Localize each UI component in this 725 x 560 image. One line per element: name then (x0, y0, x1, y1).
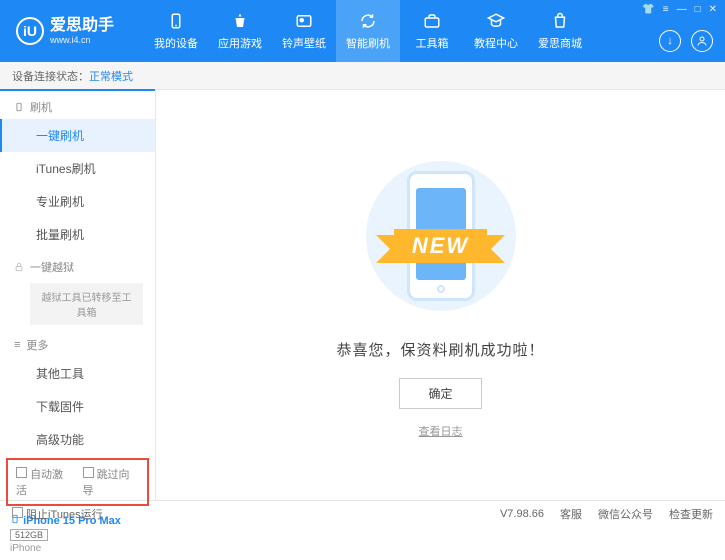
sidebar-item-oneclick[interactable]: 一键刷机 (0, 119, 155, 152)
top-nav: 我的设备 应用游戏 铃声壁纸 智能刷机 工具箱 教程中心 爱思商城 (144, 0, 592, 62)
close-icon[interactable]: ✕ (709, 4, 717, 15)
logo-icon: iU (16, 17, 44, 45)
minimize-icon[interactable]: — (677, 4, 687, 15)
nav-apps[interactable]: 应用游戏 (208, 0, 272, 62)
sidebar-group-flash[interactable]: 刷机 (0, 89, 155, 119)
ok-button[interactable]: 确定 (399, 378, 481, 409)
status-prefix: 设备连接状态： (12, 68, 89, 84)
success-illustration: NEW (341, 151, 541, 321)
status-bar: 设备连接状态： 正常模式 (0, 62, 725, 90)
download-button[interactable]: ↓ (659, 30, 681, 52)
toolbox-icon (422, 11, 442, 31)
block-itunes-checkbox[interactable]: 阻止iTunes运行 (12, 506, 103, 522)
nav-tutorials[interactable]: 教程中心 (464, 0, 528, 62)
sidebar-item-othertools[interactable]: 其他工具 (0, 357, 155, 390)
jailbreak-note: 越狱工具已转移至工具箱 (30, 283, 143, 325)
new-ribbon: NEW (394, 229, 487, 263)
sidebar-item-pro[interactable]: 专业刷机 (0, 185, 155, 218)
menu-lines-icon: ≡ (14, 339, 20, 351)
store-icon (550, 11, 570, 31)
window-controls: 👕 ≡ — □ ✕ (642, 4, 717, 15)
nav-toolbox[interactable]: 工具箱 (400, 0, 464, 62)
sidebar-item-itunes[interactable]: iTunes刷机 (0, 152, 155, 185)
status-mode: 正常模式 (89, 68, 133, 84)
auto-activate-checkbox[interactable]: 自动激活 (16, 466, 73, 498)
phone-icon (14, 102, 24, 112)
skin-icon[interactable]: 👕 (642, 4, 654, 15)
app-header: iU 爱思助手 www.i4.cn 我的设备 应用游戏 铃声壁纸 智能刷机 工具… (0, 0, 725, 62)
sidebar: 刷机 一键刷机 iTunes刷机 专业刷机 批量刷机 一键越狱 越狱工具已转移至… (0, 90, 156, 500)
skip-guide-checkbox[interactable]: 跳过向导 (83, 466, 140, 498)
device-storage: 512GB (10, 529, 48, 541)
success-message: 恭喜您，保资料刷机成功啦！ (336, 339, 544, 360)
sidebar-group-more[interactable]: ≡ 更多 (0, 329, 155, 357)
device-type: iPhone (10, 543, 145, 554)
app-name: 爱思助手 (50, 18, 114, 34)
footer-link-wechat[interactable]: 微信公众号 (598, 506, 653, 522)
logo: iU 爱思助手 www.i4.cn (8, 17, 114, 45)
version-label: V7.98.66 (500, 508, 544, 520)
options-highlight: 自动激活 跳过向导 (6, 458, 149, 506)
tutorial-icon (486, 11, 506, 31)
sidebar-item-download-fw[interactable]: 下载固件 (0, 390, 155, 423)
sidebar-group-jailbreak: 一键越狱 (0, 251, 155, 279)
header-actions: ↓ (659, 30, 713, 52)
sidebar-item-batch[interactable]: 批量刷机 (0, 218, 155, 251)
lock-icon (14, 262, 24, 272)
menu-icon[interactable]: ≡ (663, 4, 669, 15)
footer-link-support[interactable]: 客服 (560, 506, 582, 522)
maximize-icon[interactable]: □ (695, 4, 701, 15)
nav-flash[interactable]: 智能刷机 (336, 0, 400, 62)
nav-store[interactable]: 爱思商城 (528, 0, 592, 62)
sidebar-item-advanced[interactable]: 高级功能 (0, 423, 155, 456)
app-site: www.i4.cn (50, 36, 114, 45)
apps-icon (230, 11, 250, 31)
user-button[interactable] (691, 30, 713, 52)
nav-ringtones[interactable]: 铃声壁纸 (272, 0, 336, 62)
footer-link-update[interactable]: 检查更新 (669, 506, 713, 522)
main-content: NEW 恭喜您，保资料刷机成功啦！ 确定 查看日志 (156, 90, 725, 500)
refresh-icon (358, 11, 378, 31)
view-log-link[interactable]: 查看日志 (419, 423, 463, 439)
image-icon (294, 11, 314, 31)
nav-my-device[interactable]: 我的设备 (144, 0, 208, 62)
device-icon (166, 11, 186, 31)
